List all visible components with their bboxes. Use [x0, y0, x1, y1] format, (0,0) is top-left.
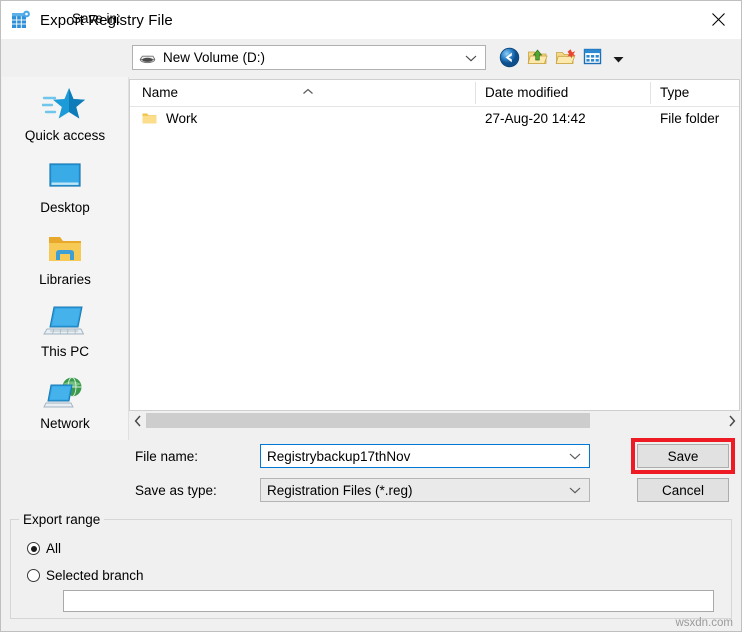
- folder-icon: [142, 112, 157, 125]
- radio-all[interactable]: All: [27, 541, 61, 556]
- scrollbar-thumb[interactable]: [146, 413, 591, 428]
- monitor-icon: [2, 153, 128, 197]
- column-divider[interactable]: [475, 82, 476, 104]
- sidebar-item-libraries[interactable]: Libraries: [2, 225, 128, 287]
- file-name-label: File name:: [135, 449, 199, 464]
- sidebar-item-label: Desktop: [40, 200, 90, 215]
- chevron-down-icon: [465, 50, 477, 65]
- save-as-type-value: Registration Files (*.reg): [267, 482, 413, 498]
- sidebar-item-quick-access[interactable]: Quick access: [2, 81, 128, 143]
- export-registry-file-dialog: Export Registry File Save in: New Volume…: [0, 0, 742, 632]
- radio-selected-branch[interactable]: Selected branch: [27, 568, 144, 583]
- sidebar-item-label: Network: [40, 416, 90, 431]
- sidebar-item-network[interactable]: Network: [2, 369, 128, 431]
- dialog-toolbar: [499, 47, 624, 69]
- sidebar-item-this-pc[interactable]: This PC: [2, 297, 128, 359]
- export-range-title: Export range: [19, 512, 105, 527]
- file-name-value: Registrybackup17thNov: [267, 448, 411, 464]
- save-button[interactable]: Save: [637, 444, 729, 468]
- column-divider[interactable]: [650, 82, 651, 104]
- selected-branch-input[interactable]: [63, 590, 714, 612]
- sort-ascending-icon: [302, 83, 314, 98]
- watermark: wsxdn.com: [675, 617, 733, 629]
- sidebar-item-label: Libraries: [39, 272, 91, 287]
- libraries-folder-icon: [2, 225, 128, 269]
- chevron-down-icon[interactable]: [569, 483, 581, 498]
- file-name-input[interactable]: Registrybackup17thNov: [260, 444, 590, 468]
- back-button[interactable]: [499, 47, 521, 69]
- radio-all-label: All: [46, 541, 62, 556]
- cell-name: Work: [166, 111, 198, 126]
- network-globe-icon: [2, 369, 128, 413]
- hard-drive-icon: [139, 51, 156, 65]
- star-icon: [2, 81, 128, 125]
- scrollbar-track[interactable]: [146, 411, 723, 430]
- views-chevron-down-icon[interactable]: [613, 51, 624, 66]
- cell-type: File folder: [660, 111, 720, 126]
- radio-all-indicator[interactable]: [27, 542, 40, 555]
- table-row[interactable]: Work 27-Aug-20 14:42 File folder: [130, 107, 739, 133]
- save-in-combobox[interactable]: New Volume (D:): [132, 45, 486, 70]
- create-new-folder-button[interactable]: [555, 47, 577, 69]
- column-header-name[interactable]: Name: [142, 85, 178, 100]
- sidebar-item-label: Quick access: [24, 128, 106, 143]
- scroll-right-arrow-icon[interactable]: [723, 411, 740, 430]
- cell-date-modified: 27-Aug-20 14:42: [485, 111, 586, 126]
- save-as-type-label: Save as type:: [135, 483, 217, 498]
- file-list-header: Name Date modified Type: [130, 80, 739, 107]
- close-button[interactable]: [695, 1, 741, 38]
- save-in-label: Save in:: [72, 11, 121, 26]
- save-as-type-combobox[interactable]: Registration Files (*.reg): [260, 478, 590, 502]
- column-header-date-modified[interactable]: Date modified: [485, 85, 568, 100]
- cancel-button[interactable]: Cancel: [637, 478, 729, 502]
- sidebar-item-desktop[interactable]: Desktop: [2, 153, 128, 215]
- views-button[interactable]: [583, 47, 605, 69]
- save-in-value: New Volume (D:): [163, 50, 266, 65]
- scroll-left-arrow-icon[interactable]: [129, 411, 146, 430]
- horizontal-scrollbar[interactable]: [129, 411, 740, 430]
- computer-icon: [2, 297, 128, 341]
- registry-icon: [11, 10, 31, 30]
- radio-selected-branch-label: Selected branch: [46, 568, 144, 583]
- file-list[interactable]: Name Date modified Type Work 27-Aug-20 1…: [129, 79, 740, 411]
- sidebar-item-label: This PC: [40, 344, 89, 359]
- places-sidebar: Quick access Desktop Libraries This PC N…: [2, 77, 129, 440]
- chevron-down-icon[interactable]: [569, 449, 581, 464]
- up-one-level-button[interactable]: [527, 47, 549, 69]
- column-header-type[interactable]: Type: [660, 85, 689, 100]
- radio-selected-branch-indicator[interactable]: [27, 569, 40, 582]
